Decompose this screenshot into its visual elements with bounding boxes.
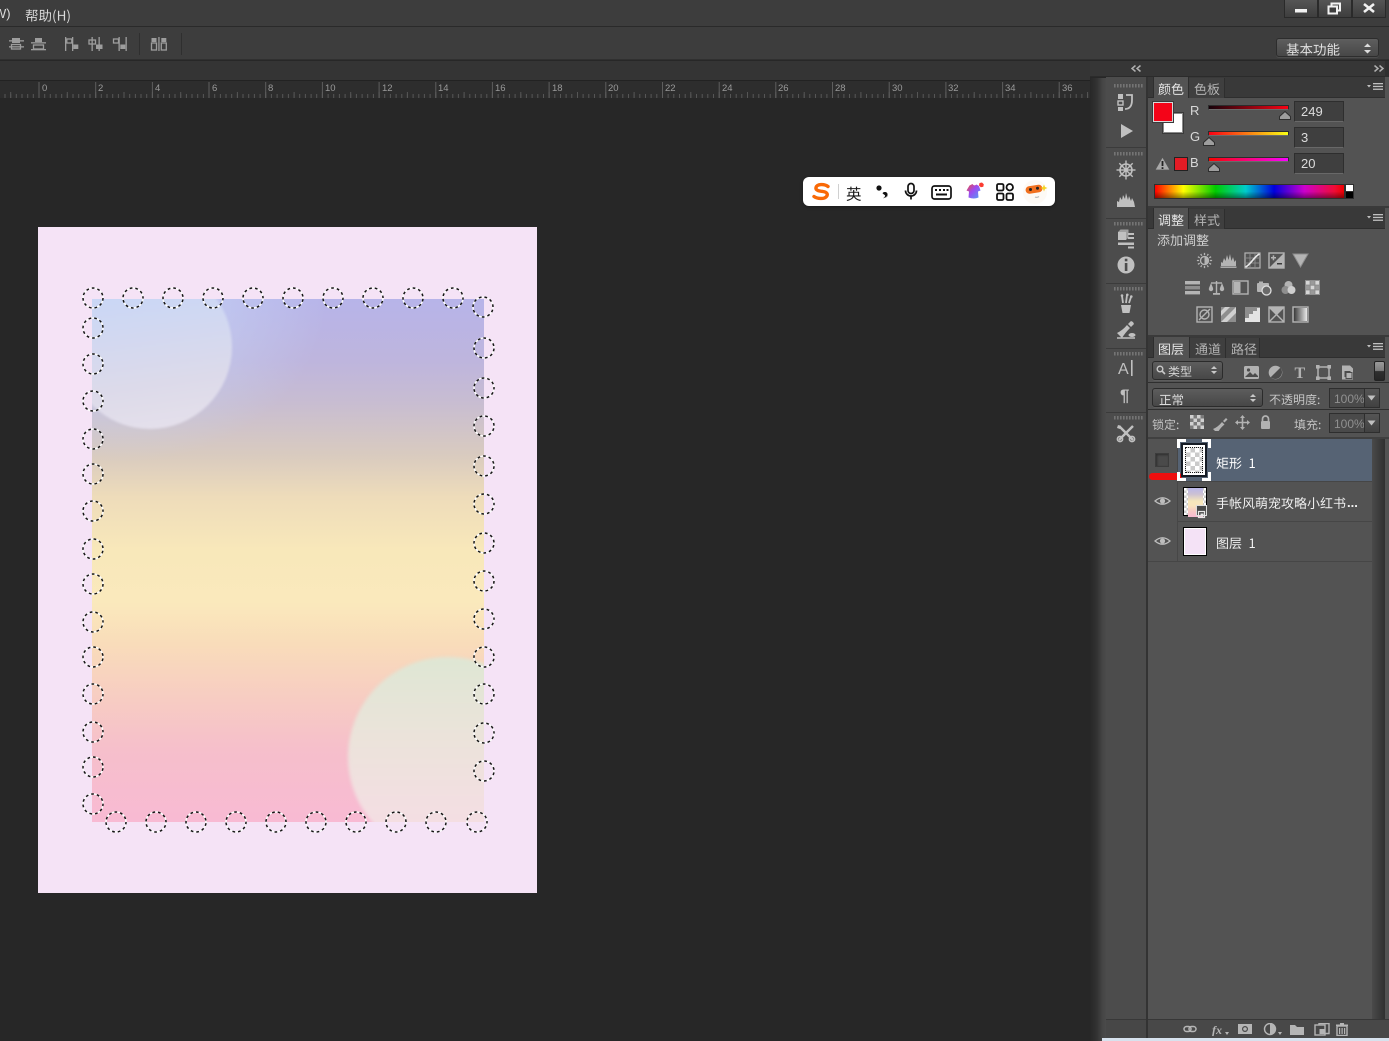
svg-text:26: 26 [778, 83, 789, 94]
svg-text:22: 22 [665, 83, 676, 94]
svg-text:¶: ¶ [1120, 386, 1129, 405]
svg-text:2: 2 [98, 83, 103, 94]
svg-text:8: 8 [268, 83, 273, 94]
svg-text:A: A [1118, 361, 1129, 378]
svg-text:14: 14 [438, 83, 449, 94]
svg-text:34: 34 [1005, 83, 1016, 94]
svg-text:20: 20 [608, 83, 619, 94]
svg-text:4: 4 [155, 83, 160, 94]
svg-text:24: 24 [722, 83, 733, 94]
svg-text:28: 28 [835, 83, 846, 94]
svg-text:fx: fx [1212, 1023, 1222, 1036]
svg-text:0: 0 [42, 83, 47, 94]
svg-text:10: 10 [325, 83, 336, 94]
svg-text:18: 18 [552, 83, 563, 94]
svg-text:16: 16 [495, 83, 506, 94]
svg-text:30: 30 [892, 83, 903, 94]
svg-text:12: 12 [382, 83, 393, 94]
svg-text:32: 32 [948, 83, 959, 94]
svg-text:T: T [1295, 365, 1306, 381]
svg-text:6: 6 [212, 83, 217, 94]
svg-text:36: 36 [1062, 83, 1073, 94]
